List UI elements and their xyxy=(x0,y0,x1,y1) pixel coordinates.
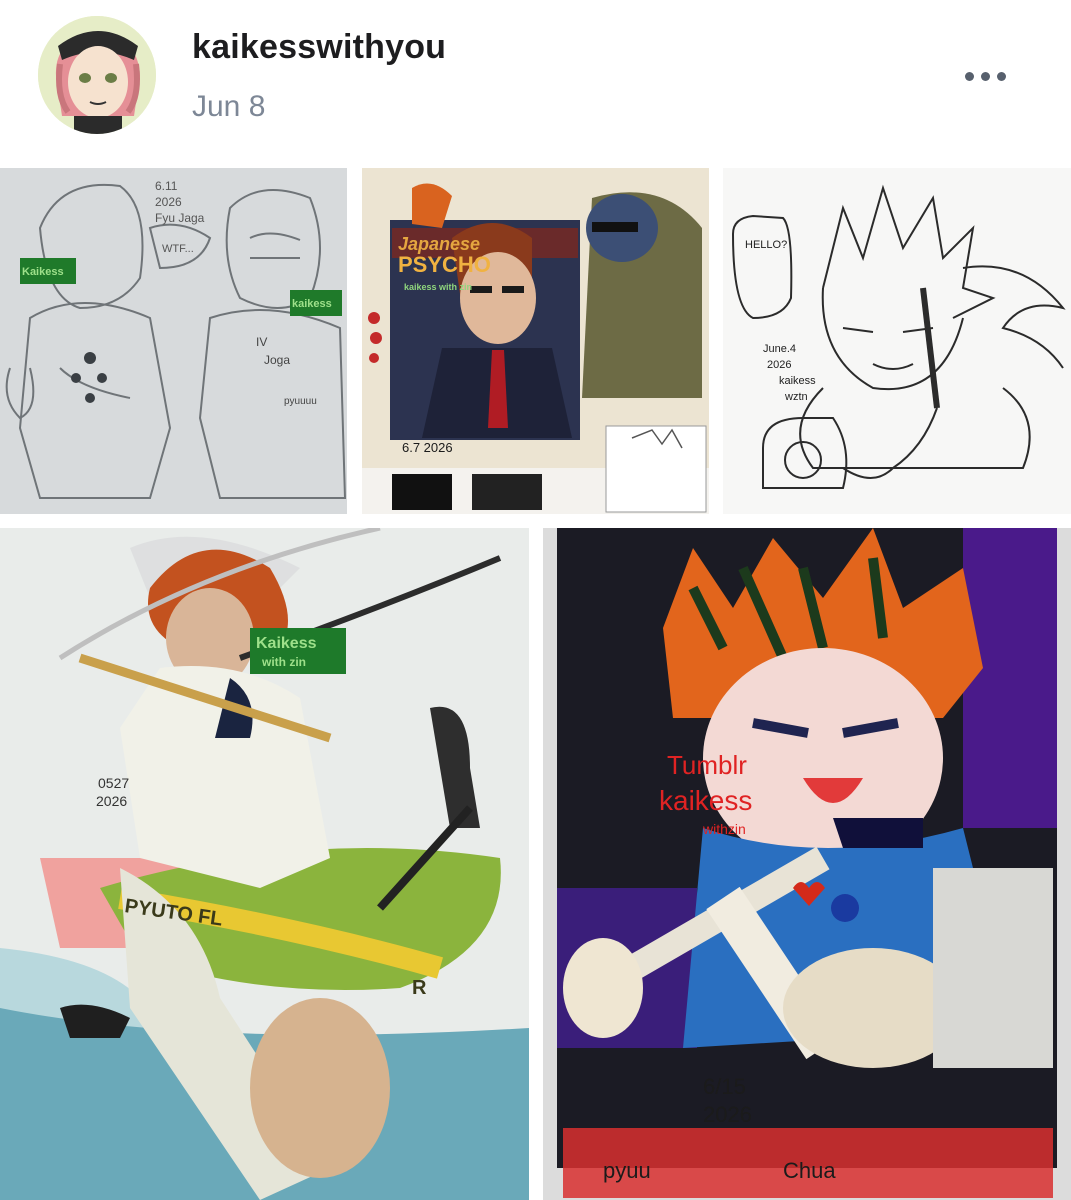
artwork-caption: pyuuuu xyxy=(284,396,317,407)
artwork-caption: 2026 xyxy=(703,1102,752,1127)
artwork-caption: WTF... xyxy=(162,243,194,255)
artwork-caption: Kaikess xyxy=(22,266,64,278)
artwork-image[interactable]: HELLO? June.4 2026 kaikess wztn xyxy=(723,168,1071,514)
artwork-caption: Japanese xyxy=(398,234,480,254)
artwork-caption: Chua xyxy=(783,1158,836,1183)
artwork-caption: kaikess xyxy=(659,785,752,816)
hello-phone-illustration: HELLO? June.4 2026 kaikess wztn xyxy=(723,168,1071,514)
username[interactable]: kaikesswithyou xyxy=(192,28,446,67)
artwork-caption: R xyxy=(412,977,427,999)
artwork-caption: 6.11 xyxy=(155,179,178,193)
artwork-caption: Joga xyxy=(264,353,290,367)
artwork-caption: 6.7 2026 xyxy=(402,440,453,455)
marker-phone-illustration: Tumblr kaikess withzin 6/15 2026 pyuu Ch… xyxy=(543,528,1071,1200)
artwork-image[interactable]: Japanese PSYCHO kaikess with zin 6.7 202… xyxy=(362,168,709,514)
artwork-caption: PSYCHO xyxy=(398,252,491,277)
artwork-caption: kaikess xyxy=(779,375,816,387)
artwork-caption: IV xyxy=(256,335,267,349)
artwork-caption: June.4 xyxy=(763,343,796,355)
artwork-caption: kaikess xyxy=(292,298,332,310)
artwork-caption: Fyu Jaga xyxy=(155,211,205,225)
avatar[interactable] xyxy=(38,16,156,134)
artwork-caption: kaikess with zin xyxy=(404,282,472,292)
artwork-caption: 2026 xyxy=(767,359,791,371)
artwork-caption: pyuu xyxy=(603,1158,651,1183)
artwork-caption: withzin xyxy=(702,821,746,837)
artwork-caption: 0527 xyxy=(98,775,129,791)
artwork-caption: HELLO? xyxy=(745,239,787,251)
artwork-caption: 2026 xyxy=(96,793,127,809)
artwork-caption: Tumblr xyxy=(667,750,747,780)
more-options-button[interactable] xyxy=(950,56,1020,96)
more-horizontal-icon xyxy=(964,71,974,81)
artwork-caption: wztn xyxy=(784,391,808,403)
post-header: kaikesswithyou Jun 8 xyxy=(0,0,1071,168)
flute-player-illustration: Kaikess with zin 0527 2026 PYUTO FL R xyxy=(0,528,529,1200)
artwork-caption: 2026 xyxy=(155,195,182,209)
japanese-psycho-illustration: Japanese PSYCHO kaikess with zin 6.7 202… xyxy=(362,168,709,514)
pencil-sketch-illustration: 6.11 2026 Fyu Jaga WTF... Kaikess kaikes… xyxy=(0,168,347,514)
artwork-caption: Kaikess xyxy=(256,635,317,652)
artwork-image[interactable]: 6.11 2026 Fyu Jaga WTF... Kaikess kaikes… xyxy=(0,168,347,514)
artwork-image[interactable]: Tumblr kaikess withzin 6/15 2026 pyuu Ch… xyxy=(543,528,1071,1200)
artwork-image[interactable]: Kaikess with zin 0527 2026 PYUTO FL R xyxy=(0,528,529,1200)
artwork-caption: 6/15 xyxy=(703,1074,746,1099)
post-date[interactable]: Jun 8 xyxy=(192,90,265,124)
artwork-caption: with zin xyxy=(261,655,306,669)
